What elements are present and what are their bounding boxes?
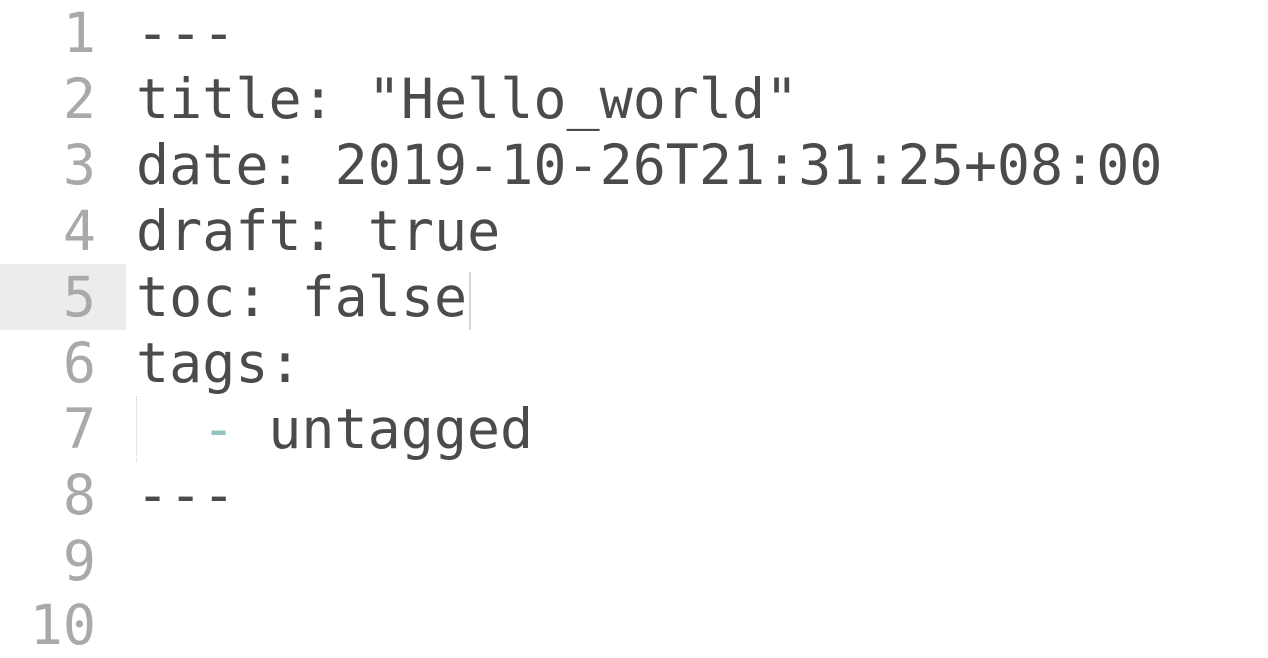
line-number: 2 [62,67,96,131]
line-number: 5 [0,264,126,330]
line-content[interactable]: - untagged [126,396,533,462]
editor-line-8[interactable]: 8 --- [0,462,1268,528]
line-number: 8 [62,463,96,527]
editor-line-1[interactable]: 1 --- [0,0,1268,66]
line-text[interactable]: toc: false [136,265,467,329]
editor-line-3[interactable]: 3 date: 2019-10-26T21:31:25+08:00 [0,132,1268,198]
list-dash: - [202,397,236,461]
editor-line-4[interactable]: 4 draft: true [0,198,1268,264]
indent-space [136,396,202,462]
line-number: 1 [62,1,96,65]
editor-line-2[interactable]: 2 title: "Hello_world" [0,66,1268,132]
line-text[interactable]: untagged [268,397,533,461]
code-editor[interactable]: 1 --- 2 title: "Hello_world" 3 date: 201… [0,0,1268,658]
editor-line-9[interactable]: 9 [0,528,1268,594]
line-text-with-cursor[interactable]: toc: false [126,264,472,330]
indent-guide [136,396,137,462]
line-text[interactable]: --- [126,0,235,66]
line-text[interactable]: title: "Hello_world" [126,66,798,132]
line-number: 9 [62,529,96,593]
editor-line-5-active[interactable]: 5 toc: false [0,264,1268,330]
line-text[interactable]: date: 2019-10-26T21:31:25+08:00 [126,132,1163,198]
editor-line-6[interactable]: 6 tags: [0,330,1268,396]
line-number: 4 [62,199,96,263]
line-number: 10 [29,593,96,657]
line-number: 7 [62,397,96,461]
line-number: 6 [62,331,96,395]
line-text[interactable]: tags: [126,330,302,396]
line-text[interactable]: --- [126,462,235,528]
line-number: 3 [62,133,96,197]
text-cursor [469,271,472,330]
editor-line-10[interactable]: 10 [0,592,1268,658]
line-text[interactable]: draft: true [126,198,500,264]
editor-line-7[interactable]: 7 - untagged [0,396,1268,462]
